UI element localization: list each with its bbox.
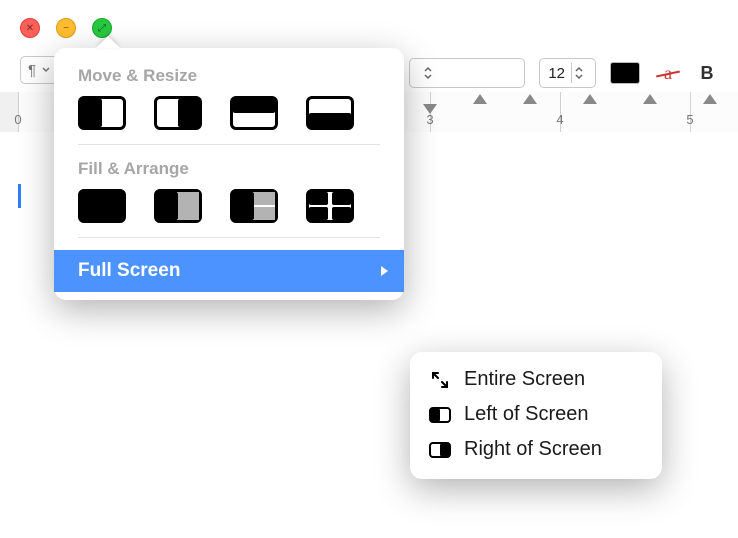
right-half-icon [428,440,452,460]
ruler-number: 4 [556,112,563,127]
submenu-label: Entire Screen [464,368,585,391]
stepper-arrows[interactable] [571,63,591,83]
ruler-number: 3 [426,112,433,127]
chevron-right-icon [381,266,388,276]
submenu-label: Left of Screen [464,403,589,426]
arrange-left-icon[interactable] [154,189,202,223]
full-screen-submenu: Entire Screen Left of Screen Right of Sc… [410,352,662,479]
strikethrough-button[interactable]: a [654,62,682,84]
chevron-updown-icon [424,66,432,80]
move-top-half-icon[interactable] [230,96,278,130]
window-zoom-button[interactable]: ⤢ [92,18,112,38]
section-title-fill-arrange: Fill & Arrange [54,157,404,187]
strike-glyph: a [664,63,672,84]
ruler-number: 5 [686,112,693,127]
ruler-tab-marker[interactable] [643,94,657,104]
ruler-tab-marker[interactable] [583,94,597,104]
font-size-stepper[interactable]: 12 [539,58,596,88]
divider [78,237,380,238]
full-screen-menuitem[interactable]: Full Screen [54,250,404,292]
paragraph-glyph: ¶ [28,62,36,79]
chevron-down-icon [42,67,50,73]
paragraph-style-button[interactable]: ¶ [20,56,58,84]
ruler-tab-marker[interactable] [473,94,487,104]
ruler-tab-marker[interactable] [703,94,717,104]
divider [78,144,380,145]
submenu-label: Right of Screen [464,438,602,461]
font-size-value: 12 [548,65,565,82]
submenu-item-right-of-screen[interactable]: Right of Screen [410,432,662,467]
move-right-half-icon[interactable] [154,96,202,130]
expand-arrows-icon [428,370,452,390]
section-title-move-resize: Move & Resize [54,64,404,94]
left-half-icon [428,405,452,425]
move-left-half-icon[interactable] [78,96,126,130]
arrange-left-quarters-icon[interactable] [230,189,278,223]
submenu-item-entire-screen[interactable]: Entire Screen [410,362,662,397]
arrange-quarters-icon[interactable] [306,189,354,223]
window-close-button[interactable]: ✕ [20,18,40,38]
text-cursor [18,184,21,208]
bold-button[interactable]: B [696,63,718,84]
ruler-tab-marker[interactable] [423,104,437,114]
text-color-well[interactable] [610,62,640,84]
move-bottom-half-icon[interactable] [306,96,354,130]
ruler-number: 0 [14,112,21,127]
submenu-item-left-of-screen[interactable]: Left of Screen [410,397,662,432]
window-minimize-button[interactable]: − [56,18,76,38]
full-screen-label: Full Screen [78,260,180,282]
style-dropdown[interactable] [409,58,525,88]
fill-screen-icon[interactable] [78,189,126,223]
window-layout-popover: Move & Resize Fill & Arrange Full Screen [54,48,404,300]
ruler-tab-marker[interactable] [523,94,537,104]
